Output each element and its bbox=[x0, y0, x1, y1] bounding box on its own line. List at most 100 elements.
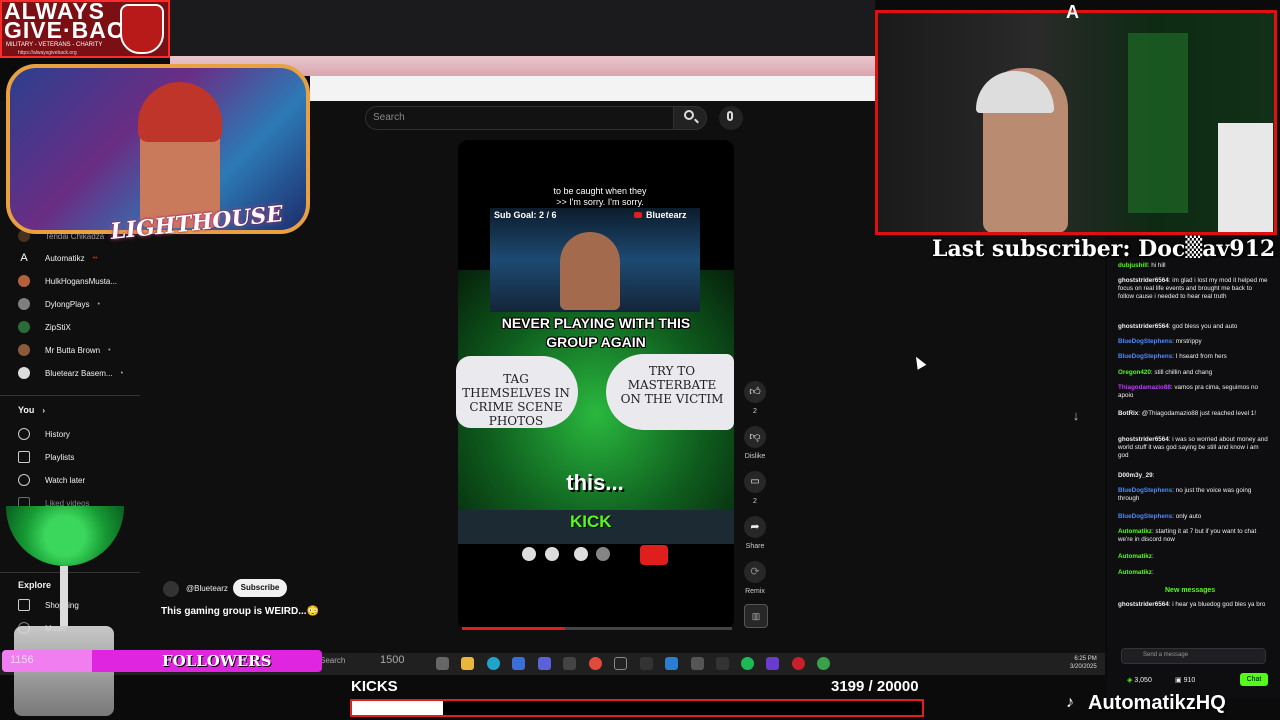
store-icon[interactable] bbox=[665, 657, 678, 670]
chat-message: BlueDogStephens: mrstrippy bbox=[1118, 338, 1268, 346]
channel-points[interactable]: ◈ 3,050 bbox=[1127, 676, 1152, 684]
app-icon[interactable] bbox=[766, 657, 779, 670]
chat-username[interactable]: BlueDogStephens bbox=[1118, 513, 1172, 520]
chat-username[interactable]: ghoststrider6564 bbox=[1118, 277, 1169, 284]
app-icon[interactable] bbox=[614, 657, 627, 670]
chat-username[interactable]: Automatikz bbox=[1118, 528, 1152, 535]
sidebar-item-label: Playlists bbox=[45, 452, 75, 462]
channel-avatar[interactable] bbox=[163, 581, 179, 597]
chat-username[interactable]: Thiagodamazio88 bbox=[1118, 384, 1171, 391]
kicks-count: 3199 / 20000 bbox=[831, 678, 919, 695]
chat-username[interactable]: Automatikz bbox=[1118, 553, 1152, 560]
thumbs-up-icon: 👍︎ bbox=[749, 386, 761, 398]
logo-tagline: MILITARY - VETERANS - CHARITY bbox=[6, 42, 103, 48]
automatikz-logo-icon: A bbox=[1066, 2, 1079, 22]
remix-label: Remix bbox=[745, 588, 765, 595]
short-headline: NEVER PLAYING WITH THIS GROUP AGAIN bbox=[480, 314, 712, 352]
sidebar-item-hulkhogans[interactable]: HulkHogansMusta... bbox=[18, 272, 117, 290]
sidebar-item-dylongplays[interactable]: DylongPlays • bbox=[18, 295, 100, 313]
discord-icon[interactable] bbox=[538, 657, 551, 670]
audio-wave-icon: ▥ bbox=[751, 611, 761, 621]
clock-time: 6:25 PM bbox=[1074, 656, 1097, 662]
sound-button[interactable]: ▥ bbox=[744, 604, 768, 628]
dislike-button[interactable]: 👎︎ bbox=[744, 426, 766, 448]
streamer-name: Bluetearz bbox=[646, 210, 687, 220]
terminal-icon[interactable] bbox=[563, 657, 576, 670]
sidebar-item-mr-butta-brown[interactable]: Mr Butta Brown • bbox=[18, 341, 111, 359]
chevron-right-icon: › bbox=[42, 406, 46, 415]
sidebar-item-playlists[interactable]: Playlists bbox=[18, 448, 74, 466]
app-icon[interactable] bbox=[716, 657, 729, 670]
you-heading[interactable]: You › bbox=[18, 405, 45, 415]
edge-icon[interactable] bbox=[487, 657, 500, 670]
search-input[interactable] bbox=[365, 106, 673, 130]
app-icon[interactable] bbox=[792, 657, 805, 670]
sidebar-item-zipstix[interactable]: ZipStiX bbox=[18, 318, 71, 336]
sidebar-item-label: Watch later bbox=[45, 475, 86, 485]
channel-avatar bbox=[18, 275, 30, 287]
chat-text: : bbox=[1152, 472, 1155, 479]
pc-case bbox=[1218, 123, 1273, 232]
remix-button[interactable]: ⟳ bbox=[744, 561, 766, 583]
sidebar-item-shopping[interactable]: Shopping bbox=[18, 596, 79, 614]
taskbar-clock[interactable]: 6:25 PM 3/20/2025 bbox=[1070, 655, 1097, 671]
spotify-icon[interactable] bbox=[741, 657, 754, 670]
subscribe-button[interactable]: Subscribe bbox=[233, 579, 287, 597]
chat-username[interactable]: ghoststrider6564 bbox=[1118, 436, 1169, 443]
sub-goal-label: Sub Goal: 2 / 6 bbox=[494, 210, 557, 220]
chat-username[interactable]: BotRix bbox=[1118, 410, 1138, 417]
video-title[interactable]: This gaming group is WEIRD...😳 bbox=[161, 606, 319, 617]
channel-name[interactable]: @Bluetearz bbox=[186, 584, 228, 593]
sidebar-item-history[interactable]: History bbox=[18, 425, 70, 443]
live-dot: •• bbox=[92, 254, 98, 262]
followers-current: 1156 bbox=[10, 654, 34, 666]
chat-text: : still chillin and chang bbox=[1150, 369, 1213, 376]
chat-username[interactable]: BlueDogStephens bbox=[1118, 353, 1172, 360]
chat-message: Automatikz: bbox=[1118, 569, 1268, 577]
share-label: Share bbox=[745, 543, 765, 550]
chat-send-button[interactable]: Chat bbox=[1240, 673, 1268, 686]
new-messages-divider[interactable]: New messages bbox=[1165, 587, 1215, 594]
media-player-icon[interactable] bbox=[640, 657, 653, 670]
sidebar-item-watch-later[interactable]: Watch later bbox=[18, 471, 85, 489]
chat-message: ghoststrider6564: i was so worried about… bbox=[1118, 436, 1268, 460]
chat-text: : bbox=[1151, 569, 1154, 576]
chat-username[interactable]: Automatikz bbox=[1118, 569, 1152, 576]
browser-bookmark-bar bbox=[310, 76, 875, 101]
chat-text: : @Thiagodamazio88 just reached level 1! bbox=[1138, 410, 1257, 417]
kick-neon-sign bbox=[1128, 33, 1188, 213]
app-icon[interactable] bbox=[817, 657, 830, 670]
new-content-dot: • bbox=[108, 346, 111, 354]
file-explorer-icon[interactable] bbox=[436, 657, 449, 670]
share-button[interactable]: ➦ bbox=[744, 516, 766, 538]
automatikz-icon: A bbox=[20, 252, 28, 264]
chat-text: : hi hill bbox=[1147, 262, 1166, 269]
comments-button[interactable]: ▭ bbox=[744, 471, 766, 493]
chat-username[interactable]: BlueDogStephens bbox=[1118, 487, 1172, 494]
taskbar-search[interactable]: Search bbox=[320, 656, 345, 665]
chat-username[interactable]: D00m3y_29 bbox=[1118, 472, 1153, 479]
arrow-down-icon[interactable]: ↓ bbox=[1068, 408, 1084, 424]
chrome-icon[interactable] bbox=[589, 657, 602, 670]
chat-username[interactable]: ghoststrider6564 bbox=[1118, 601, 1169, 608]
chat-username[interactable]: Oregon420 bbox=[1118, 369, 1151, 376]
record-icon bbox=[640, 545, 668, 565]
youtube-icon bbox=[634, 212, 642, 218]
count-value: 910 bbox=[1183, 677, 1196, 684]
emote-bar[interactable] bbox=[1118, 630, 1268, 642]
chat-username[interactable]: dubjushill bbox=[1118, 262, 1148, 269]
sidebar-item-automatikz[interactable]: A Automatikz •• bbox=[18, 249, 97, 267]
short-captions: to be caught when they >> I'm sorry. I'm … bbox=[500, 186, 700, 208]
sidebar-item-label: History bbox=[45, 429, 70, 439]
microphone-icon bbox=[727, 111, 733, 121]
folder-icon[interactable] bbox=[461, 657, 474, 670]
sidebar-item-bluetearz[interactable]: Bluetearz Basem... • bbox=[18, 364, 123, 382]
like-button[interactable]: 👍︎ bbox=[744, 381, 766, 403]
chat-username[interactable]: ghoststrider6564 bbox=[1118, 323, 1169, 330]
bubble-line: TRY TO MASTERBATE bbox=[627, 364, 717, 392]
chat-count[interactable]: ▣ 910 bbox=[1175, 676, 1195, 684]
calculator-icon[interactable] bbox=[691, 657, 704, 670]
chat-username[interactable]: BlueDogStephens bbox=[1118, 338, 1172, 345]
points-value: 3,050 bbox=[1134, 677, 1152, 684]
vscode-icon[interactable] bbox=[512, 657, 525, 670]
